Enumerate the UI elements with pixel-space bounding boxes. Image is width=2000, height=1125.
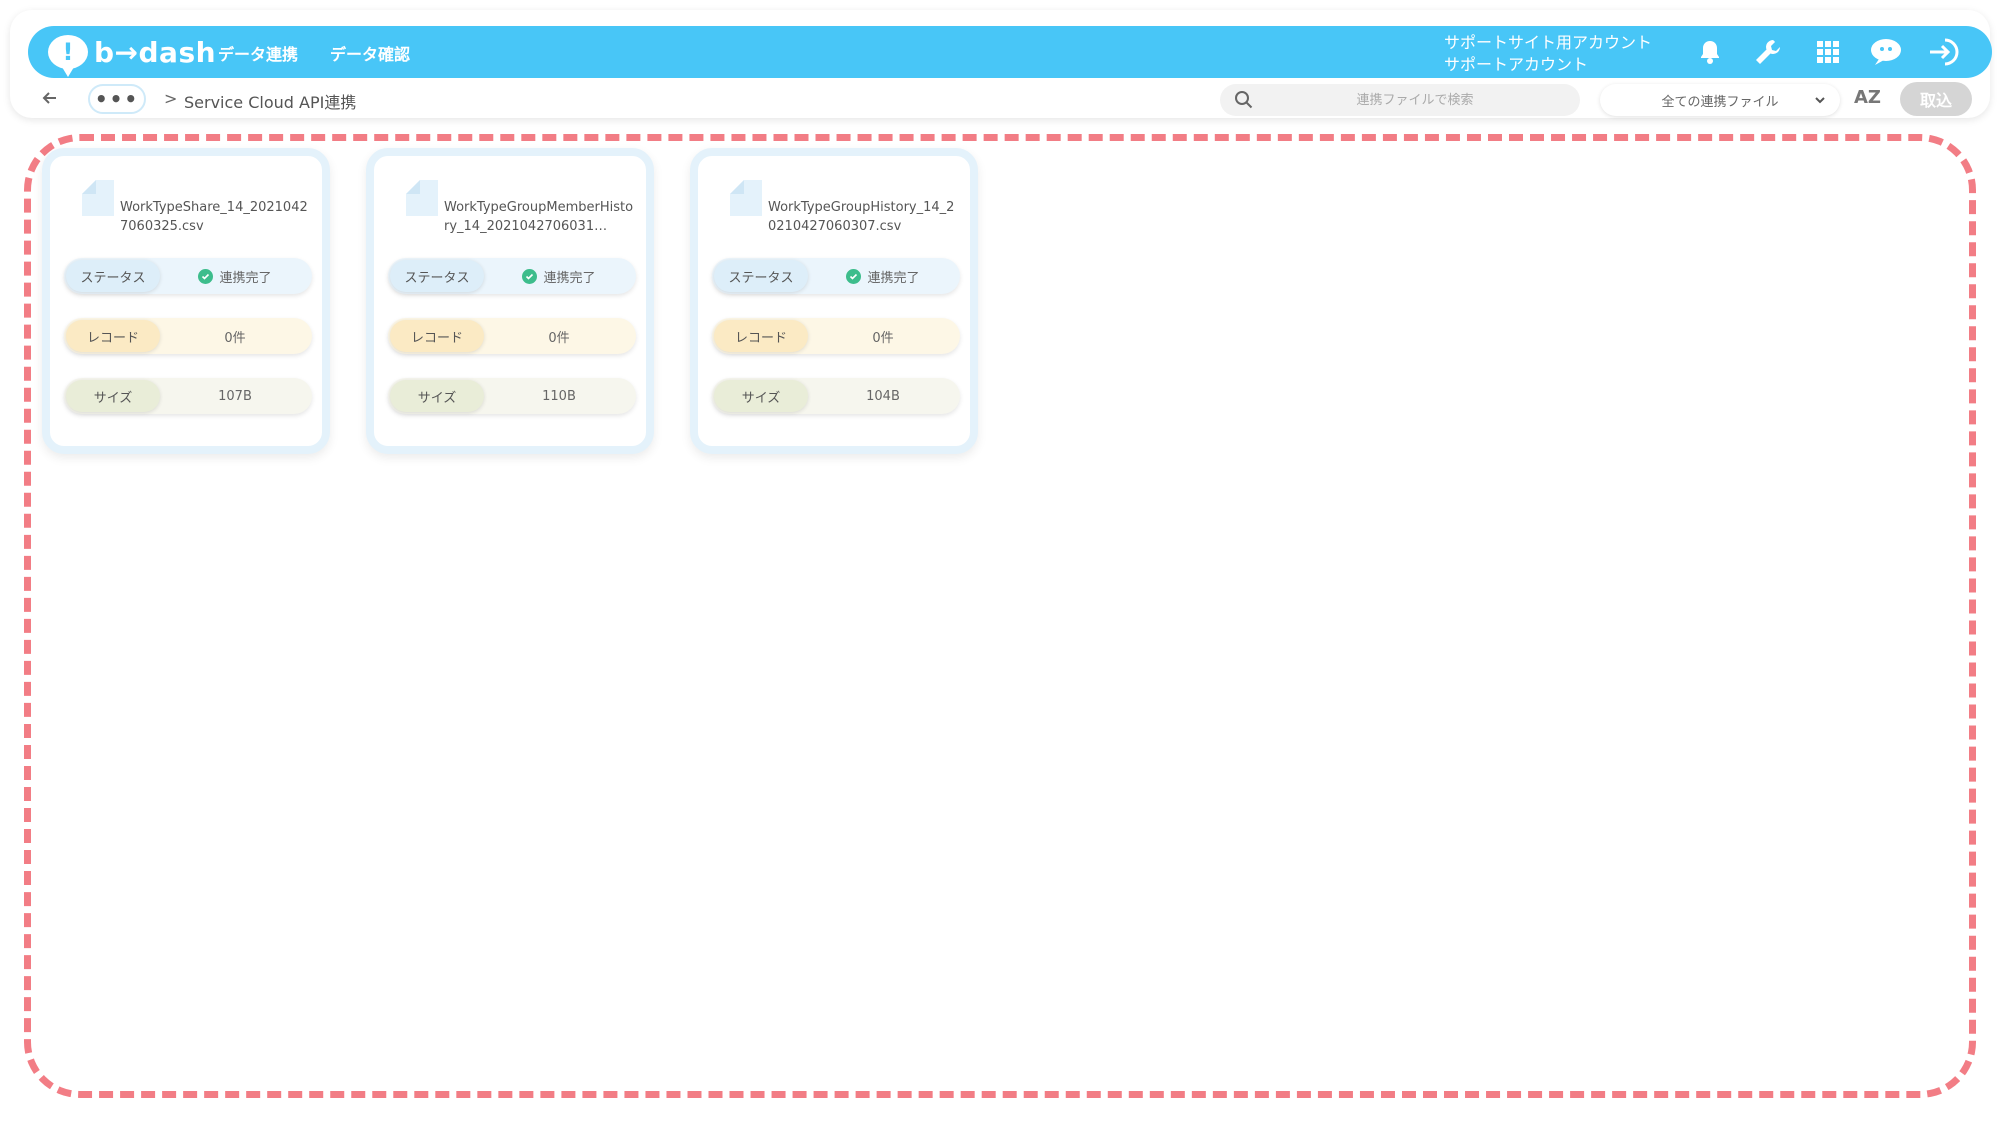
size-label: サイズ <box>66 380 160 412</box>
back-arrow-icon[interactable] <box>40 88 64 110</box>
record-label: レコード <box>714 320 808 352</box>
top-navigation-bar: ! b→dash データ連携 データ確認 サポートサイト用アカウント サポートア… <box>28 26 1992 78</box>
size-row: サイズ 110B <box>388 378 636 414</box>
size-label: サイズ <box>390 380 484 412</box>
bell-icon[interactable] <box>1692 34 1728 70</box>
size-row: サイズ 107B <box>64 378 312 414</box>
search-input[interactable] <box>1260 84 1570 116</box>
record-row: レコード 0件 <box>712 318 960 354</box>
nav-data-check[interactable]: データ確認 <box>330 41 410 65</box>
breadcrumb-separator: > <box>164 89 178 108</box>
check-circle-icon <box>846 268 862 284</box>
logo-text: b→dash <box>94 35 217 69</box>
size-label: サイズ <box>714 380 808 412</box>
sort-az-button[interactable]: AZ <box>1854 87 1881 108</box>
logout-icon[interactable] <box>1926 34 1962 70</box>
record-value: 0件 <box>872 330 894 346</box>
file-icon <box>406 180 438 216</box>
breadcrumb-more-button[interactable]: ••• <box>88 84 146 114</box>
file-icon <box>82 180 114 216</box>
size-value: 107B <box>218 388 252 404</box>
file-filter-value: 全ての連携ファイル <box>1661 94 1779 110</box>
file-card[interactable]: WorkTypeGroupMemberHistory_14_2021042706… <box>366 148 654 454</box>
chat-icon[interactable] <box>1868 34 1904 70</box>
record-label: レコード <box>66 320 160 352</box>
status-value: 連携完了 <box>484 258 634 294</box>
logo[interactable]: ! b→dash <box>48 32 217 77</box>
size-value: 110B <box>542 388 576 404</box>
check-circle-icon <box>198 268 214 284</box>
wrench-icon[interactable] <box>1750 34 1786 70</box>
import-button[interactable]: 取込 <box>1900 82 1972 116</box>
status-label: ステータス <box>714 260 808 292</box>
nav-data-integration[interactable]: データ連携 <box>218 41 298 65</box>
file-card[interactable]: WorkTypeGroupHistory_14_20210427060307.c… <box>690 148 978 454</box>
status-row: ステータス 連携完了 <box>64 258 312 294</box>
status-text: 連携完了 <box>219 270 272 286</box>
file-name: WorkTypeGroupHistory_14_20210427060307.c… <box>768 200 955 234</box>
size-value: 104B <box>866 388 900 404</box>
status-row: ステータス 連携完了 <box>712 258 960 294</box>
status-row: ステータス 連携完了 <box>388 258 636 294</box>
toolbar: ••• > Service Cloud API連携 全ての連携ファイル AZ 取… <box>10 80 1990 118</box>
file-filter-select[interactable]: 全ての連携ファイル <box>1600 84 1840 116</box>
account-info[interactable]: サポートサイト用アカウント サポートアカウント <box>1444 32 1652 76</box>
status-text: 連携完了 <box>543 270 596 286</box>
file-card[interactable]: WorkTypeShare_14_20210427060325.csv ステータ… <box>42 148 330 454</box>
record-row: レコード 0件 <box>64 318 312 354</box>
account-user: サポートアカウント <box>1444 55 1589 74</box>
search-box <box>1220 84 1580 116</box>
file-name: WorkTypeGroupMemberHistory_14_2021042706… <box>444 200 634 234</box>
record-value: 0件 <box>548 330 570 346</box>
logo-bubble-icon: ! <box>48 35 88 77</box>
file-icon <box>730 180 762 216</box>
account-name: サポートサイト用アカウント <box>1444 33 1653 52</box>
chevron-down-icon <box>1815 97 1825 104</box>
status-value: 連携完了 <box>160 258 310 294</box>
check-circle-icon <box>522 268 538 284</box>
size-row: サイズ 104B <box>712 378 960 414</box>
record-label: レコード <box>390 320 484 352</box>
status-text: 連携完了 <box>867 270 920 286</box>
status-label: ステータス <box>390 260 484 292</box>
record-row: レコード 0件 <box>388 318 636 354</box>
search-icon <box>1235 91 1253 109</box>
file-name: WorkTypeShare_14_20210427060325.csv <box>120 200 308 234</box>
status-value: 連携完了 <box>808 258 958 294</box>
breadcrumb-current: Service Cloud API連携 <box>184 93 357 112</box>
app-header: ! b→dash データ連携 データ確認 サポートサイト用アカウント サポートア… <box>10 10 1992 118</box>
record-value: 0件 <box>224 330 246 346</box>
status-label: ステータス <box>66 260 160 292</box>
grid-icon[interactable] <box>1810 34 1846 70</box>
